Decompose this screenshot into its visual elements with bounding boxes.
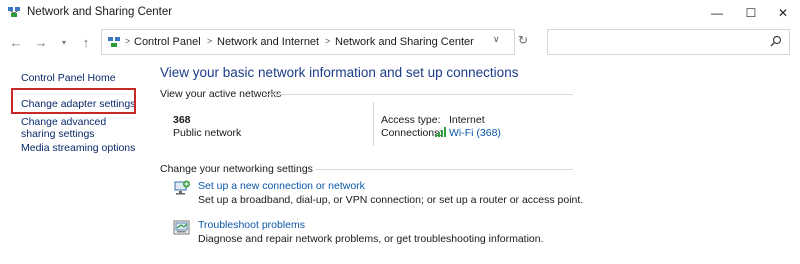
troubleshoot-link[interactable]: Troubleshoot problems: [198, 219, 305, 231]
network-type: Public network: [173, 127, 242, 139]
window-title: Network and Sharing Center: [27, 6, 173, 18]
divider: [316, 169, 573, 170]
up-button[interactable]: ↑: [75, 31, 97, 53]
control-panel-icon: [108, 37, 120, 47]
divider: [373, 102, 374, 146]
recent-locations-button[interactable]: ▾: [53, 31, 75, 53]
wifi-connection-link[interactable]: Wi-Fi (368): [449, 127, 501, 139]
breadcrumb-separator[interactable]: >: [207, 36, 212, 46]
sidebar-item-change-advanced-sharing[interactable]: Change advanced sharing settings: [21, 116, 141, 140]
page-title: View your basic network information and …: [160, 65, 519, 80]
minimize-button[interactable]: —: [700, 0, 734, 26]
divider: [263, 94, 573, 95]
address-bar[interactable]: > Control Panel > Network and Internet >…: [101, 29, 515, 55]
network-app-icon: [8, 7, 20, 17]
connections-label: Connections:: [381, 127, 443, 139]
new-connection-icon: [174, 180, 190, 195]
wifi-signal-icon: [435, 127, 446, 137]
back-button[interactable]: ←: [5, 31, 27, 53]
breadcrumb-separator[interactable]: >: [325, 36, 330, 46]
troubleshoot-icon: [173, 220, 190, 235]
breadcrumb-control-panel[interactable]: Control Panel: [134, 36, 201, 48]
network-name: 368: [173, 114, 191, 126]
networking-settings-heading: Change your networking settings: [160, 163, 313, 175]
breadcrumb-separator[interactable]: >: [125, 36, 130, 46]
setup-connection-link[interactable]: Set up a new connection or network: [198, 180, 365, 192]
refresh-icon[interactable]: ↻: [518, 33, 528, 47]
sidebar-item-control-panel-home[interactable]: Control Panel Home: [21, 72, 116, 84]
search-input[interactable]: [547, 29, 790, 55]
maximize-button[interactable]: ☐: [734, 0, 768, 26]
breadcrumb-network-and-internet[interactable]: Network and Internet: [217, 36, 319, 48]
setup-connection-description: Set up a broadband, dial-up, or VPN conn…: [198, 194, 584, 206]
search-icon: [770, 35, 782, 47]
access-type-label: Access type:: [381, 114, 441, 126]
breadcrumb-network-sharing-center[interactable]: Network and Sharing Center: [335, 36, 474, 48]
address-dropdown-icon[interactable]: ∨: [493, 34, 500, 45]
sidebar-item-media-streaming[interactable]: Media streaming options: [21, 142, 135, 154]
highlight-box: [11, 88, 136, 114]
close-button[interactable]: ✕: [766, 0, 800, 26]
access-type-value: Internet: [449, 114, 485, 126]
title-bar: Network and Sharing Center — ☐ ✕: [0, 0, 800, 26]
forward-button[interactable]: →: [30, 31, 52, 53]
troubleshoot-description: Diagnose and repair network problems, or…: [198, 233, 544, 245]
